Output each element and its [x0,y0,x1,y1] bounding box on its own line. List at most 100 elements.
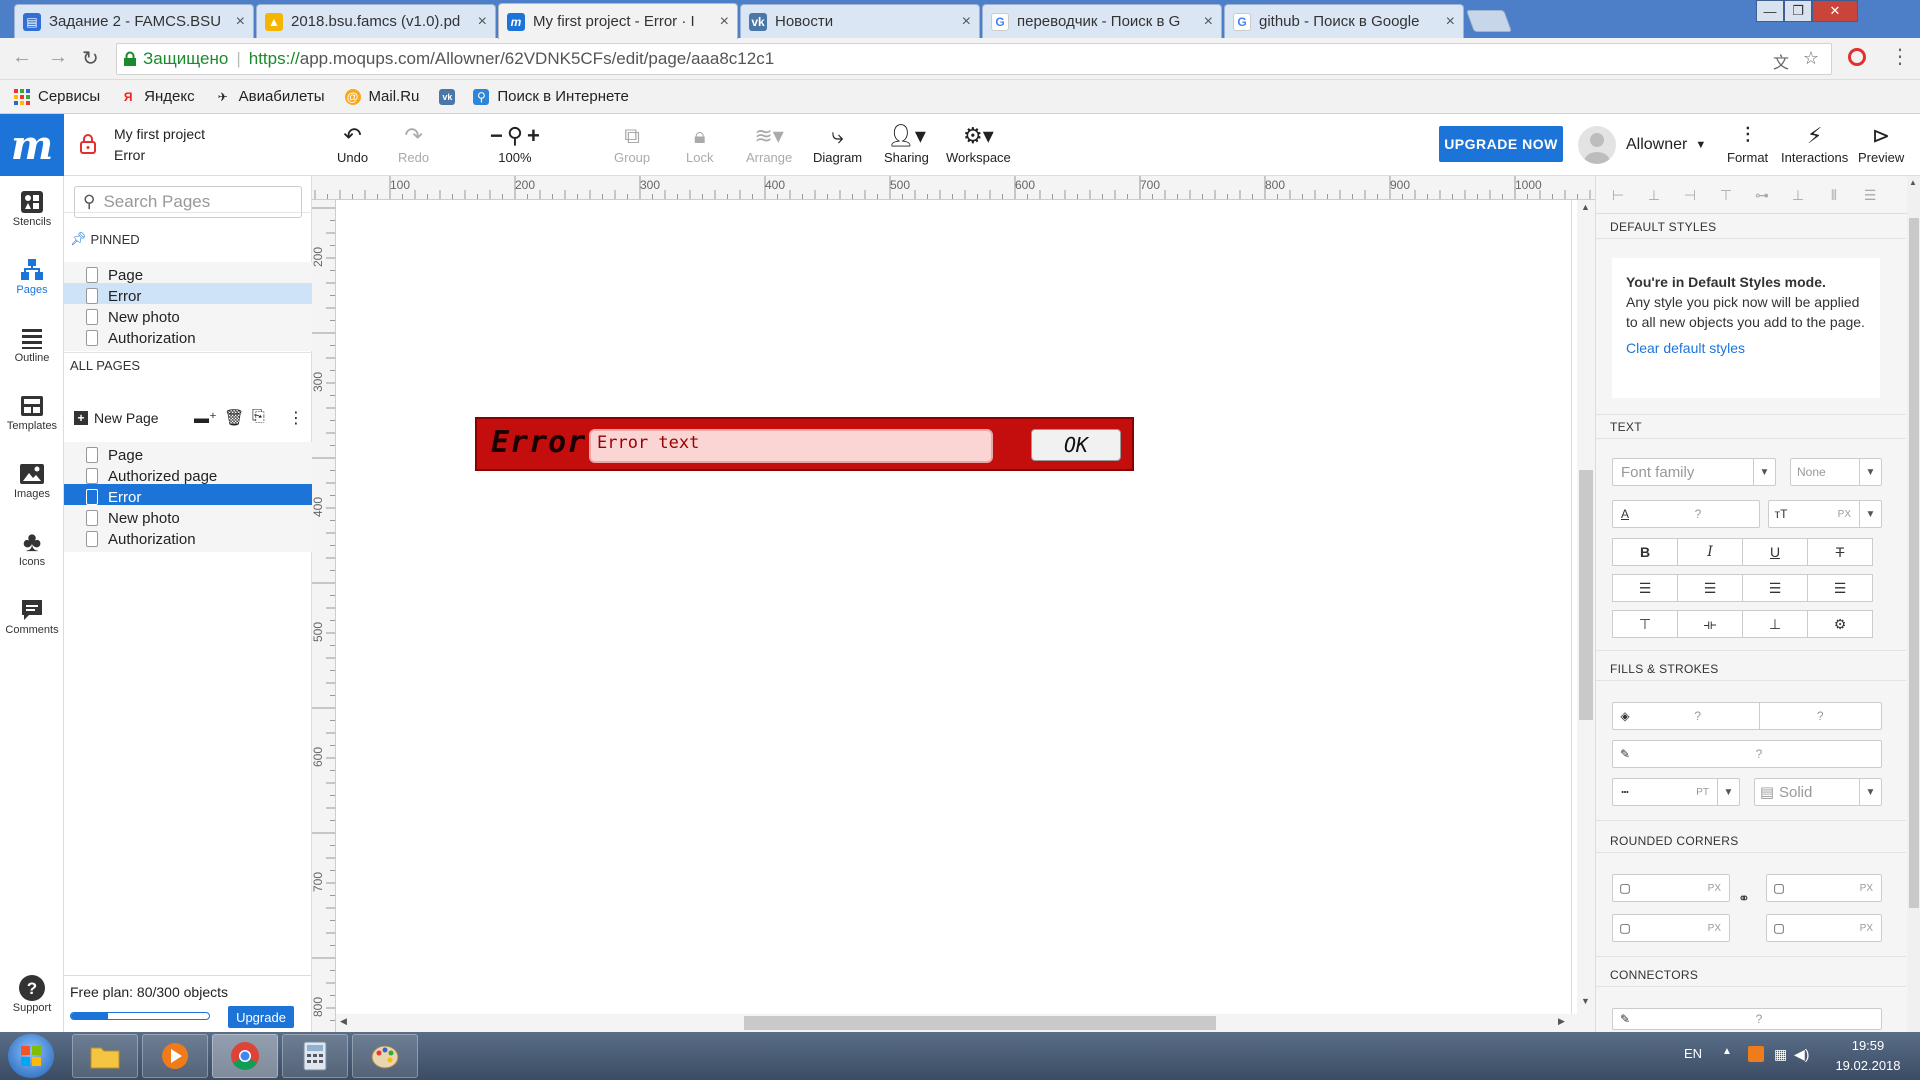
back-icon[interactable]: ← [12,46,32,69]
duplicate-icon[interactable]: ⎘ [252,408,265,426]
valign-top-icon[interactable]: ⊤ [1612,610,1678,638]
close-icon[interactable]: × [1446,13,1455,31]
volume-icon[interactable]: ◀︎) [1794,1046,1809,1063]
valign-middle-icon[interactable]: ⟛ [1677,610,1743,638]
add-folder-icon[interactable]: ▬⁺ [194,409,217,427]
preview-button[interactable]: ⊳ Preview [1858,122,1904,165]
link-corners-icon[interactable]: ⚭ [1738,890,1750,907]
bold-icon[interactable]: B [1612,538,1678,566]
rail-icons[interactable]: ♣ Icons [0,526,64,568]
upgrade-button[interactable]: Upgrade [228,1006,294,1028]
more-icon[interactable]: ⋮ [288,408,304,428]
rail-comments[interactable]: Comments [0,596,64,636]
scroll-right-icon[interactable]: ▶ [1558,1016,1565,1027]
rail-support[interactable]: ? Support [0,974,64,1014]
rail-images[interactable]: Images [0,460,64,500]
browser-tab[interactable]: G github - Поиск в Google × [1224,4,1464,38]
lock-button[interactable]: 🔒︎ Lock [686,122,713,165]
properties-scrollbar[interactable]: ▲ [1907,176,1920,1032]
bookmark-vk[interactable]: vk [439,88,463,105]
clock-date[interactable]: 19.02.2018 [1824,1058,1912,1073]
extension-icon[interactable] [1848,48,1866,66]
canvas-horizontal-scrollbar[interactable]: ◀ ▶ [336,1014,1595,1032]
corner-top-right-field[interactable]: ▢ PX [1766,874,1882,902]
align-bottom-icon[interactable]: ⊥ [1788,186,1808,204]
star-icon[interactable]: ☆ [1803,48,1819,69]
error-text-field[interactable]: Error text [589,429,993,463]
url-input[interactable]: Защищено | https://app.moqups.com/Allown… [116,43,1832,75]
taskbar-explorer[interactable] [72,1034,138,1078]
valign-bottom-icon[interactable]: ⊥ [1742,610,1808,638]
corner-bottom-right-field[interactable]: ▢ PX [1766,914,1882,942]
clock-time[interactable]: 19:59 [1838,1038,1898,1053]
bookmark-mailru[interactable]: @ Mail.Ru [344,88,419,105]
close-icon[interactable]: × [720,13,729,31]
new-page-button[interactable]: + New Page [74,410,159,426]
align-left-icon[interactable]: ⊢ [1608,186,1628,204]
close-window-icon[interactable]: ✕ [1812,0,1858,22]
format-button[interactable]: ⫶ Format [1727,122,1768,165]
distribute-h-icon[interactable]: ⫴ [1824,186,1844,204]
page-item[interactable]: Authorization [64,526,312,552]
browser-tab[interactable]: ▲ 2018.bsu.famcs (v1.0).pd × [256,4,496,38]
redo-button[interactable]: ↷ Redo [398,122,429,165]
close-icon[interactable]: × [478,13,487,31]
rail-outline[interactable]: Outline [0,324,64,364]
browser-tab[interactable]: ▤ Задание 2 - FAMCS.BSU × [14,4,254,38]
strikethrough-icon[interactable]: T [1807,538,1873,566]
menu-icon[interactable]: ⋮ [1890,44,1910,69]
text-align-center-icon[interactable]: ☰ [1677,574,1743,602]
underline-icon[interactable]: U [1742,538,1808,566]
align-center-icon[interactable]: ⊥ [1644,186,1664,204]
upgrade-now-button[interactable]: UPGRADE NOW [1439,126,1563,162]
text-settings-gear-icon[interactable]: ⚙ [1807,610,1873,638]
font-weight-select[interactable]: None ▼ [1790,458,1882,486]
text-align-right-icon[interactable]: ☰ [1742,574,1808,602]
design-canvas[interactable] [336,200,1572,1014]
ok-button[interactable]: OK [1031,429,1121,461]
align-middle-icon[interactable]: ⊶ [1752,186,1772,204]
close-icon[interactable]: × [236,13,245,31]
corner-bottom-left-field[interactable]: ▢ PX [1612,914,1730,942]
network-icon[interactable]: ▦ [1774,1046,1787,1063]
minimize-icon[interactable]: — [1756,0,1784,22]
distribute-v-icon[interactable]: ☰ [1860,186,1880,204]
search-pages-input[interactable]: ⚲ Search Pages [74,186,302,218]
zoom-out-icon[interactable]: − [490,123,503,149]
start-button[interactable] [8,1034,54,1078]
bookmark-yandex[interactable]: Я Яндекс [120,88,195,105]
font-family-select[interactable]: Font family ▼ [1612,458,1776,486]
translate-icon[interactable]: ⽂ [1773,49,1789,73]
text-align-left-icon[interactable]: ☰ [1612,574,1678,602]
scroll-left-icon[interactable]: ◀ [340,1016,347,1027]
moqups-logo[interactable]: m [0,114,64,176]
error-dialog-mockup[interactable]: Error Error text OK [475,417,1134,471]
align-right-icon[interactable]: ⊣ [1680,186,1700,204]
stroke-style-select[interactable]: ▤ Solid ▼ [1754,778,1882,806]
align-top-icon[interactable]: ⊤ [1716,186,1736,204]
stroke-color-field[interactable]: ✎ ? [1612,740,1882,768]
taskbar-calculator[interactable] [282,1034,348,1078]
text-justify-icon[interactable]: ☰ [1807,574,1873,602]
workspace-button[interactable]: ⚙▾ Workspace [946,122,1011,165]
browser-tab-active[interactable]: m My first project - Error · I × [498,3,738,39]
reload-icon[interactable]: ↻ [82,46,99,71]
clear-default-styles-link[interactable]: Clear default styles [1626,338,1866,358]
close-icon[interactable]: × [962,13,971,31]
canvas-vertical-scrollbar[interactable]: ▲ ▼ [1577,200,1595,1014]
bookmark-avia[interactable]: ✈ Авиабилеты [215,88,325,105]
diagram-button[interactable]: ⤷ Diagram [813,122,862,165]
connector-color-field[interactable]: ✎ ? [1612,1008,1882,1030]
corner-top-left-field[interactable]: ▢ PX [1612,874,1730,902]
browser-tab[interactable]: vk Новости × [740,4,980,38]
font-size-field[interactable]: ᴛT PX ▼ [1768,500,1882,528]
pinned-page-item[interactable]: Authorization [64,325,312,351]
forward-icon[interactable]: → [48,46,68,69]
restore-icon[interactable]: ❐ [1784,0,1812,22]
text-color-field[interactable]: A ? [1612,500,1760,528]
interactions-button[interactable]: ⚡︎ Interactions [1781,122,1848,165]
zoom-in-icon[interactable]: + [527,123,540,149]
secure-indicator[interactable]: Защищено [123,49,228,69]
error-title[interactable]: Error [491,425,586,460]
taskbar-media[interactable] [142,1034,208,1078]
